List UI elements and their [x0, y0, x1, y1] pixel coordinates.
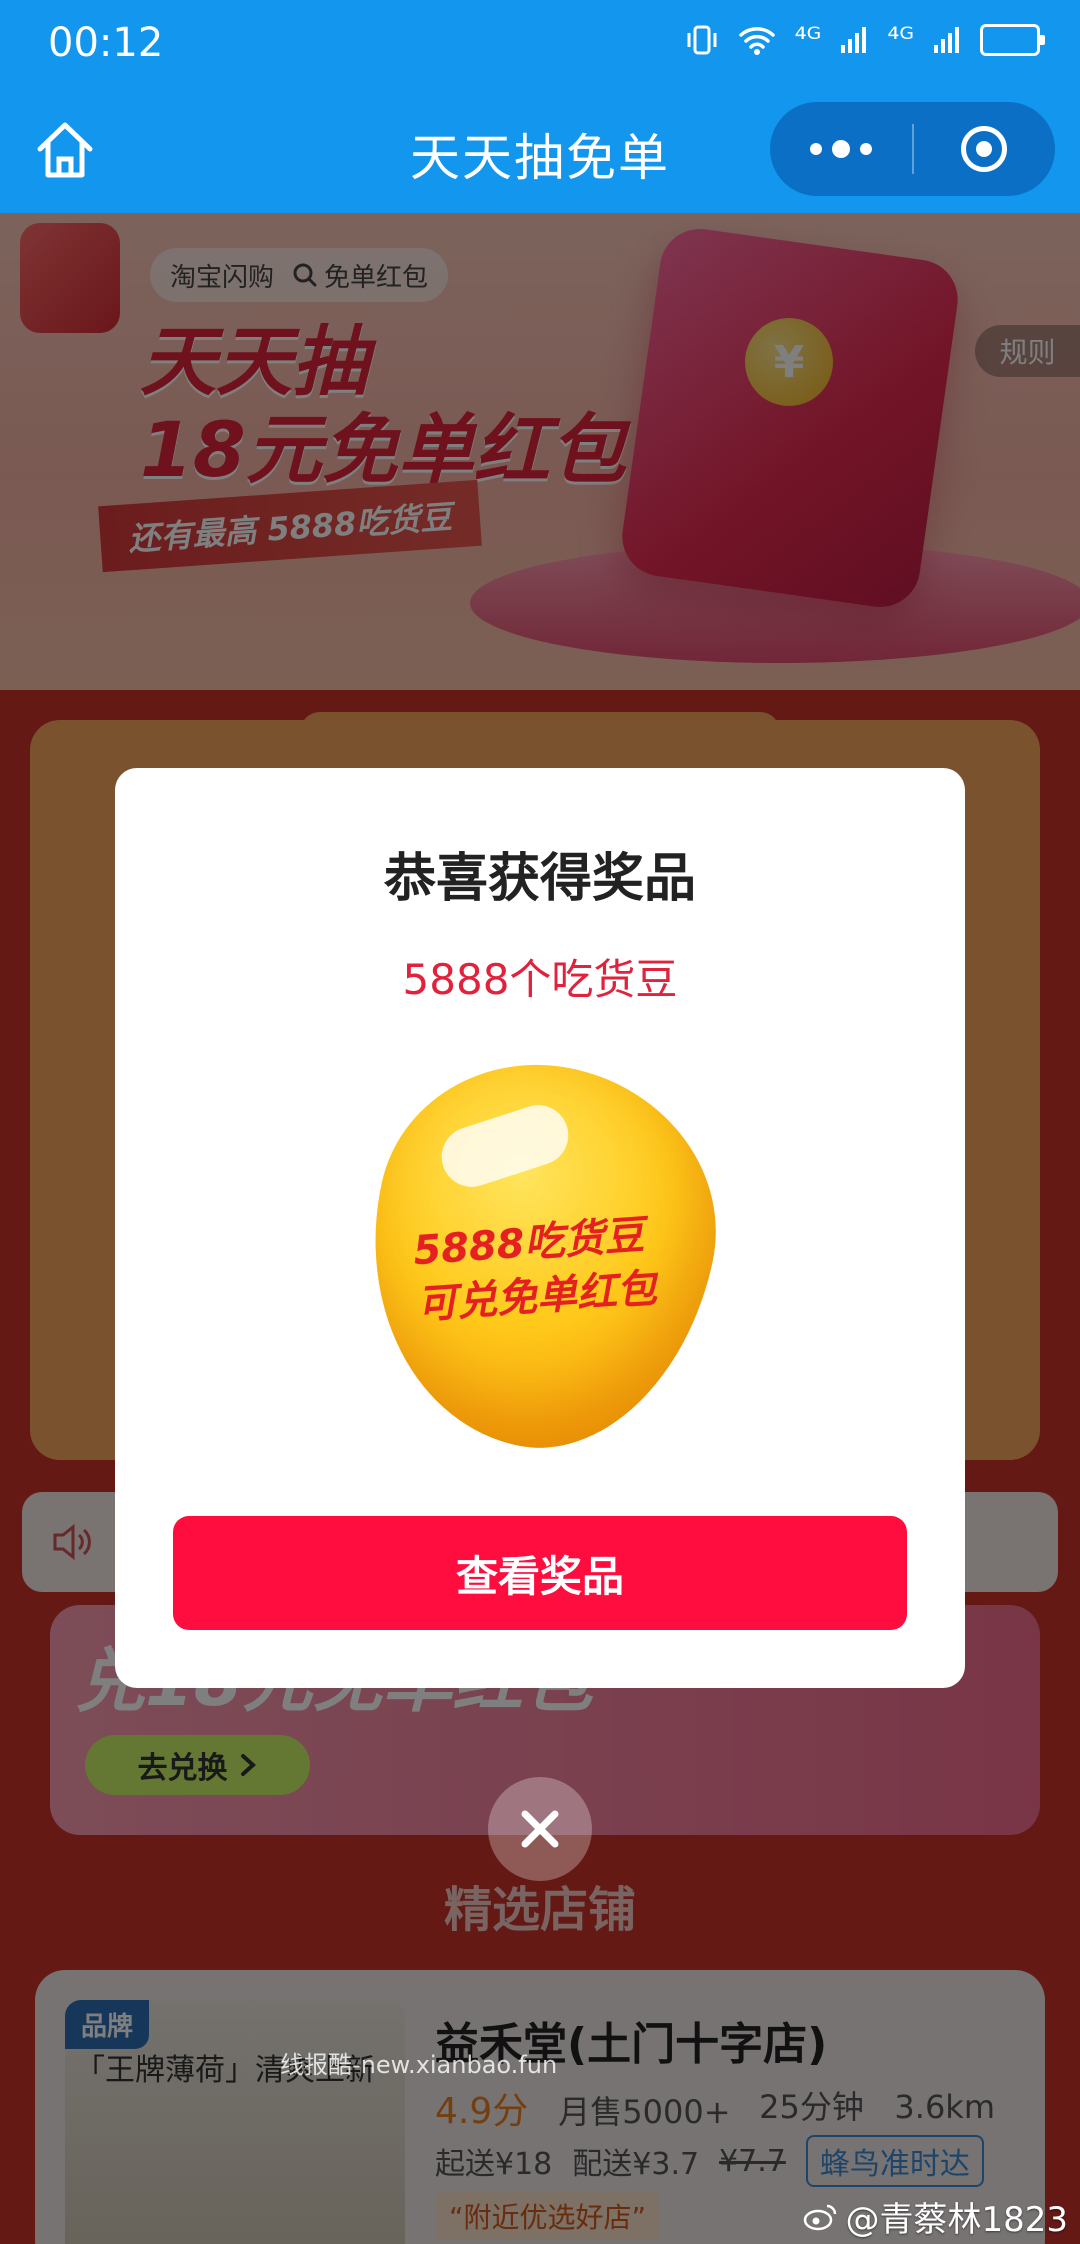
network-4g-1: ⁴ᴳ	[794, 22, 822, 57]
weibo-handle: @青蔡林1823	[845, 2200, 1068, 2240]
signal-icon	[934, 26, 959, 53]
target-icon	[961, 126, 1008, 172]
status-icons: ⁴ᴳ ⁴ᴳ	[685, 22, 1045, 57]
miniapp-capsule	[770, 102, 1055, 196]
modal-title: 恭喜获得奖品	[383, 849, 696, 909]
signal-icon	[841, 26, 867, 53]
more-options-button[interactable]	[770, 140, 912, 158]
prize-modal: 恭喜获得奖品 5888个吃货豆 5888吃货豆 可兑免单红包 查看奖品	[115, 768, 965, 1688]
close-icon	[521, 1810, 559, 1848]
wifi-icon	[738, 26, 775, 55]
app-header: 00:12 ⁴ᴳ ⁴ᴳ 天天抽免单	[0, 0, 1080, 213]
weibo-watermark: @青蔡林1823	[803, 2192, 1068, 2241]
close-miniapp-button[interactable]	[914, 126, 1056, 172]
status-time: 00:12	[48, 20, 164, 66]
network-4g-2: ⁴ᴳ	[887, 22, 914, 57]
weibo-icon	[804, 2204, 837, 2230]
close-modal-button[interactable]	[488, 1777, 592, 1881]
dot-icon	[859, 143, 872, 155]
dot-icon	[831, 140, 850, 158]
dot-icon	[809, 143, 822, 155]
bean-illustration: 5888吃货豆 可兑免单红包	[334, 1034, 746, 1478]
prize-text: 5888个吃货豆	[402, 955, 678, 1004]
bean-text: 5888吃货豆 可兑免单红包	[412, 1208, 659, 1332]
vibrate-icon	[687, 25, 717, 54]
battery-icon	[980, 23, 1045, 56]
view-prize-button[interactable]: 查看奖品	[173, 1516, 907, 1630]
watermark: 线报酷-new.xianbao.fun	[280, 2051, 558, 2079]
